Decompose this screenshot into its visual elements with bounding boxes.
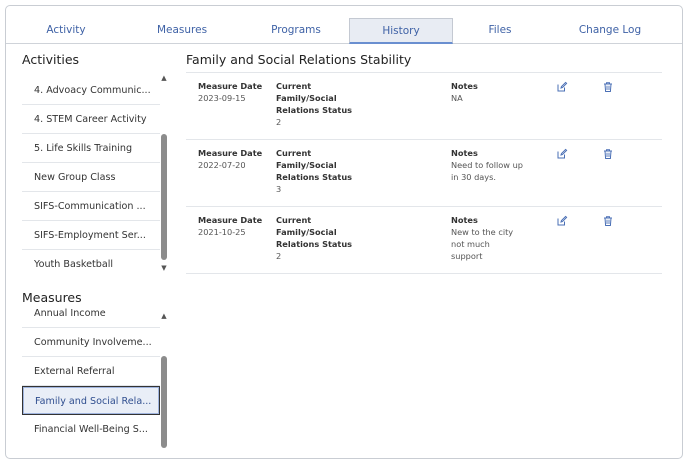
notes-label: Notes xyxy=(451,215,478,225)
measure-item[interactable]: Community Involveme... xyxy=(22,328,160,357)
activities-scrollbar[interactable]: ▲ ▼ xyxy=(160,74,168,274)
activities-heading: Activities xyxy=(22,52,80,67)
notes-label: Notes xyxy=(451,81,478,91)
activity-item[interactable]: 4. STEM Career Activity xyxy=(22,105,160,134)
measure-date-value: 2022-07-20 xyxy=(198,160,246,170)
history-record: Measure Date 2022-07-20 Current Family/S… xyxy=(186,140,662,207)
status-label-line1: Current xyxy=(276,148,312,158)
scroll-down-icon[interactable]: ▼ xyxy=(160,264,168,272)
measure-date-label: Measure Date xyxy=(198,215,263,225)
measure-date-value: 2023-09-15 xyxy=(198,93,246,103)
measure-date-value: 2021-10-25 xyxy=(198,227,246,237)
measure-date-label: Measure Date xyxy=(198,81,263,91)
edit-icon[interactable] xyxy=(556,215,568,227)
status-label-line3: Relations Status xyxy=(276,239,353,249)
activity-item[interactable]: 5. Life Skills Training xyxy=(22,134,160,163)
tab-activity[interactable]: Activity xyxy=(20,18,112,44)
scroll-thumb[interactable] xyxy=(161,134,167,260)
notes-value: New to the city xyxy=(451,227,514,237)
status-label-line3: Relations Status xyxy=(276,105,353,115)
status-label-line2: Family/Social xyxy=(276,160,337,170)
tab-change-log[interactable]: Change Log xyxy=(562,18,658,44)
edit-icon[interactable] xyxy=(556,81,568,93)
notes-value: not much xyxy=(451,239,490,249)
status-label-line1: Current xyxy=(276,215,312,225)
activities-list: 4. Advoacy Communic... 4. STEM Career Ac… xyxy=(22,76,160,268)
notes-value: support xyxy=(451,251,483,261)
scroll-thumb[interactable] xyxy=(161,356,167,448)
measure-history-title: Family and Social Relations Stability xyxy=(186,52,412,67)
status-value: 2 xyxy=(276,251,282,261)
notes-value: Need to follow up xyxy=(451,160,523,170)
history-records: Measure Date 2023-09-15 Current Family/S… xyxy=(186,72,662,274)
status-value: 2 xyxy=(276,117,282,127)
tab-files[interactable]: Files xyxy=(458,18,542,44)
status-value: 3 xyxy=(276,184,282,194)
status-label-line1: Current xyxy=(276,81,312,91)
history-record: Measure Date 2021-10-25 Current Family/S… xyxy=(186,207,662,274)
activity-item[interactable]: SIFS-Employment Ser... xyxy=(22,221,160,250)
activity-item[interactable]: New Group Class xyxy=(22,163,160,192)
trash-icon[interactable] xyxy=(602,148,614,160)
history-panel: Activity Measures Programs History Files… xyxy=(5,5,683,459)
measures-scrollbar[interactable]: ▲ xyxy=(160,312,168,448)
status-label-line3: Relations Status xyxy=(276,172,353,182)
notes-label: Notes xyxy=(451,148,478,158)
measure-item-selected[interactable]: Family and Social Rela... xyxy=(22,386,160,415)
status-label-line2: Family/Social xyxy=(276,227,337,237)
measures-heading: Measures xyxy=(22,290,82,305)
activity-item[interactable]: SIFS-Communication ... xyxy=(22,192,160,221)
status-label-line2: Family/Social xyxy=(276,93,337,103)
notes-value: NA xyxy=(451,93,463,103)
tab-history[interactable]: History xyxy=(349,18,453,44)
tab-bar: Activity Measures Programs History Files… xyxy=(6,18,682,44)
edit-icon[interactable] xyxy=(556,148,568,160)
scroll-up-icon[interactable]: ▲ xyxy=(160,74,168,82)
activity-item[interactable]: Youth Basketball xyxy=(22,250,160,268)
notes-value: in 30 days. xyxy=(451,172,497,182)
measure-date-label: Measure Date xyxy=(198,148,263,158)
history-record: Measure Date 2023-09-15 Current Family/S… xyxy=(186,73,662,140)
tab-measures[interactable]: Measures xyxy=(130,18,234,44)
measures-list: Annual Income Community Involveme... Ext… xyxy=(22,304,160,446)
measure-item[interactable]: External Referral xyxy=(22,357,160,386)
trash-icon[interactable] xyxy=(602,81,614,93)
scroll-up-icon[interactable]: ▲ xyxy=(160,312,168,320)
measure-item[interactable]: Financial Well-Being S... xyxy=(22,415,160,444)
measure-item[interactable]: Annual Income xyxy=(22,304,160,328)
tab-programs[interactable]: Programs xyxy=(244,18,348,44)
trash-icon[interactable] xyxy=(602,215,614,227)
activity-item[interactable]: 4. Advoacy Communic... xyxy=(22,76,160,105)
